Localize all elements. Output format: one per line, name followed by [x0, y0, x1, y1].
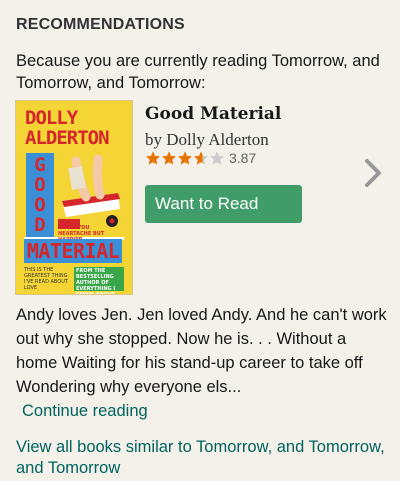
book-cover[interactable]: DOLLY ALDERTON G O O D SAVES YOU HEARTAC…: [16, 101, 132, 294]
star-icon: [162, 151, 176, 165]
book-description: Andy loves Jen. Jen loved Andy. And he c…: [16, 306, 387, 396]
section-heading: RECOMMENDATIONS: [16, 16, 185, 33]
average-rating: 3.87: [229, 150, 257, 166]
rating: 3.87: [145, 150, 256, 166]
star-half-icon: [194, 151, 208, 165]
continue-reading-link[interactable]: Continue reading: [22, 402, 148, 421]
star-empty-icon: [210, 151, 224, 165]
cover-title-vertical: G O O D: [34, 154, 46, 236]
cover-quote: THIS IS THE GREATEST THING I'VE READ ABO…: [24, 267, 70, 291]
cover-author-last: ALDERTON: [25, 127, 110, 149]
cover-author-first: DOLLY: [25, 107, 78, 129]
star-icon: [146, 151, 160, 165]
book-author[interactable]: by Dolly Alderton: [145, 130, 269, 150]
intro-suffix: :: [200, 74, 206, 92]
book-title[interactable]: Good Material: [145, 104, 281, 124]
intro-prefix: Because you are currently reading: [16, 52, 272, 70]
star-icon: [178, 151, 192, 165]
cover-banner: FROM THE BESTSELLING AUTHOR OF EVERYTHIN…: [74, 267, 124, 294]
chevron-right-icon[interactable]: [362, 158, 384, 188]
recommendation-reason: Because you are currently reading Tomorr…: [16, 50, 388, 94]
want-to-read-button[interactable]: Want to Read: [145, 185, 302, 223]
star-rating: [145, 150, 225, 166]
view-all-similar-link[interactable]: View all books similar to Tomorrow, and …: [16, 437, 388, 479]
cover-title-bottom: MATERIAL: [24, 239, 122, 263]
